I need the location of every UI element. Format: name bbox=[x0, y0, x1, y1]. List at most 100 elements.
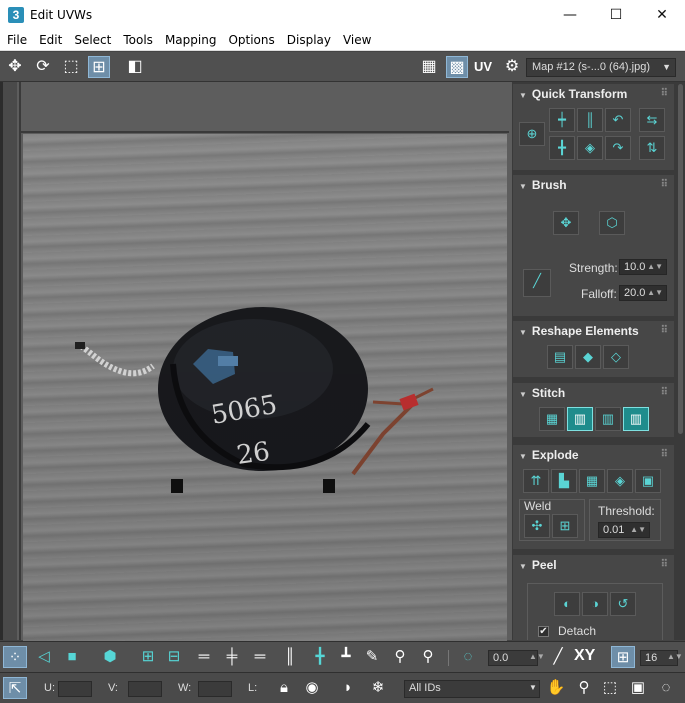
menu-mapping[interactable]: Mapping bbox=[158, 30, 222, 47]
paint-move-icon[interactable]: ✥ bbox=[553, 211, 579, 235]
relax-icon[interactable]: ◆ bbox=[575, 345, 601, 369]
rollout-title: Reshape Elements bbox=[531, 324, 639, 338]
face-mode-icon[interactable]: ■ bbox=[60, 646, 84, 668]
ring-shrink-icon[interactable]: ┻ bbox=[334, 646, 358, 668]
scale-icon[interactable]: ⬚ bbox=[60, 56, 82, 78]
break-icon[interactable]: ⇈ bbox=[523, 469, 549, 493]
zoom-selected-icon[interactable]: ◌ bbox=[654, 677, 678, 699]
rollout-header[interactable]: ▼ Peel ⠿ bbox=[513, 555, 674, 575]
detach-edge-icon[interactable]: ▙ bbox=[551, 469, 577, 493]
pan-icon[interactable]: ✋ bbox=[544, 677, 568, 699]
straighten-icon[interactable]: ◈ bbox=[577, 136, 603, 160]
edge-mode-icon[interactable]: ◁ bbox=[32, 646, 56, 668]
material-id-select[interactable]: All IDs ▼ bbox=[404, 680, 540, 698]
absolute-offset-icon[interactable]: ⇱ bbox=[3, 677, 27, 699]
align-vertical-icon[interactable]: ╋ bbox=[549, 136, 575, 160]
peel-mode-icon[interactable]: ◑ bbox=[582, 592, 608, 616]
vertex-mode-icon[interactable]: ⁘ bbox=[3, 646, 27, 668]
zoom-region-icon[interactable]: ⬚ bbox=[598, 677, 622, 699]
paint-grow-icon[interactable]: ⚲ bbox=[388, 646, 412, 668]
xy-label[interactable]: XY bbox=[574, 647, 595, 665]
break-by-smoothing-icon[interactable]: ◈ bbox=[607, 469, 633, 493]
threshold-spinner[interactable]: 0.01 ▲▼ bbox=[598, 522, 650, 538]
detach-checkbox[interactable]: ✔ bbox=[538, 626, 549, 637]
rotate-cw-icon[interactable]: ↷ bbox=[605, 136, 631, 160]
zoom-extents-icon[interactable]: ▣ bbox=[626, 677, 650, 699]
menu-edit[interactable]: Edit bbox=[32, 30, 67, 47]
menu-display[interactable]: Display bbox=[280, 30, 336, 47]
element-mode-icon[interactable]: ⬢ bbox=[98, 646, 122, 668]
shrink-selection-icon[interactable]: ⊟ bbox=[162, 646, 186, 668]
move-icon[interactable]: ✥ bbox=[4, 56, 26, 78]
menu-options[interactable]: Options bbox=[221, 30, 279, 47]
rotate-ccw-icon[interactable]: ↶ bbox=[605, 108, 631, 132]
loop-icon[interactable]: ═ bbox=[192, 646, 216, 668]
straighten-selection-icon[interactable]: ▤ bbox=[547, 345, 573, 369]
relax-brush-icon[interactable]: ⬡ bbox=[599, 211, 625, 235]
close-button[interactable]: ✕ bbox=[639, 0, 685, 30]
reset-peel-icon[interactable]: ↺ bbox=[610, 592, 636, 616]
minimize-button[interactable]: — bbox=[547, 0, 593, 30]
scrollbar-thumb[interactable] bbox=[678, 84, 683, 434]
loop-shrink-icon[interactable]: ═ bbox=[248, 646, 272, 668]
transform-gizmo-icon[interactable]: ⊕ bbox=[519, 122, 545, 146]
uv-edge-icon[interactable]: ╱ bbox=[546, 646, 570, 668]
lock-icon[interactable]: 🔒︎ bbox=[272, 677, 296, 699]
flip-vertical-icon[interactable]: ⇅ bbox=[639, 136, 665, 160]
map-options-icon[interactable]: ⚙ bbox=[501, 56, 523, 78]
paint-shrink-icon[interactable]: ⚲ bbox=[416, 646, 440, 668]
menu-file[interactable]: File bbox=[0, 30, 32, 47]
break-by-material-icon[interactable]: ▣ bbox=[635, 469, 661, 493]
stitch-to-source-icon[interactable]: ▥ bbox=[623, 407, 649, 431]
u-field[interactable] bbox=[58, 681, 92, 697]
stitch-average-icon[interactable]: ▥ bbox=[595, 407, 621, 431]
rotate-icon[interactable]: ⟳ bbox=[32, 56, 54, 78]
show-map-icon[interactable]: ▩ bbox=[446, 56, 468, 78]
weld-selected-icon[interactable]: ✣ bbox=[524, 514, 550, 538]
soft-selection-icon[interactable]: ◌ bbox=[456, 646, 480, 668]
rollout-header[interactable]: ▼ Reshape Elements ⠿ bbox=[513, 321, 674, 341]
hide-icon[interactable]: ◉ bbox=[300, 677, 324, 699]
freeform-icon[interactable]: ⊞ bbox=[88, 56, 110, 78]
menu-select[interactable]: Select bbox=[67, 30, 116, 47]
pixel-snap-spinner[interactable]: 16 ▲▼ bbox=[640, 650, 683, 666]
show-icon[interactable]: ◗ bbox=[336, 677, 360, 699]
maximize-button[interactable]: ☐ bbox=[593, 0, 639, 30]
menu-bar: File Edit Select Tools Mapping Options Display… bbox=[0, 30, 685, 51]
align-horizontal-icon[interactable]: ┿ bbox=[549, 108, 575, 132]
mirror-icon[interactable]: ◧ bbox=[124, 56, 146, 78]
brush-falloff-curve-icon[interactable]: ╱ bbox=[523, 269, 551, 297]
checker-icon[interactable]: ▦ bbox=[418, 56, 440, 78]
flatten-icon[interactable]: ▦ bbox=[579, 469, 605, 493]
zoom-icon[interactable]: ⚲ bbox=[572, 677, 596, 699]
menu-tools[interactable]: Tools bbox=[116, 30, 158, 47]
paint-select-icon[interactable]: ✎ bbox=[360, 646, 384, 668]
pixel-snap-icon[interactable]: ⊞ bbox=[611, 646, 635, 668]
panel-scrollbar[interactable] bbox=[676, 82, 685, 640]
weld-target-icon[interactable]: ⊞ bbox=[552, 514, 578, 538]
uv-label[interactable]: UV bbox=[474, 59, 492, 74]
rotation-spinner[interactable]: 0.0 ▲▼ bbox=[488, 650, 545, 666]
v-field[interactable] bbox=[128, 681, 162, 697]
strength-spinner[interactable]: 10.0 ▲▼ bbox=[619, 259, 667, 275]
stitch-to-target-icon[interactable]: ▥ bbox=[567, 407, 593, 431]
rollout-header[interactable]: ▼ Brush ⠿ bbox=[513, 175, 674, 195]
rollout-header[interactable]: ▼ Explode ⠿ bbox=[513, 445, 674, 465]
flip-horizontal-icon[interactable]: ⇆ bbox=[639, 108, 665, 132]
space-vertical-icon[interactable]: ║ bbox=[577, 108, 603, 132]
uv-viewport[interactable]: 5065 26 bbox=[0, 82, 513, 700]
ring-icon[interactable]: ║ bbox=[278, 646, 302, 668]
loop-grow-icon[interactable]: ╪ bbox=[220, 646, 244, 668]
stitch-custom-icon[interactable]: ▦ bbox=[539, 407, 565, 431]
rollout-header[interactable]: ▼ Quick Transform ⠿ bbox=[513, 84, 674, 104]
w-field[interactable] bbox=[198, 681, 232, 697]
falloff-spinner[interactable]: 20.0 ▲▼ bbox=[619, 285, 667, 301]
quick-peel-icon[interactable]: ◐ bbox=[554, 592, 580, 616]
relax-options-icon[interactable]: ◇ bbox=[603, 345, 629, 369]
freeze-icon[interactable]: ❄ bbox=[366, 677, 390, 699]
ring-grow-icon[interactable]: ╋ bbox=[308, 646, 332, 668]
menu-view[interactable]: View bbox=[336, 30, 376, 47]
map-select[interactable]: Map #12 (s-...0 (64).jpg) ▼ bbox=[526, 58, 676, 77]
grow-selection-icon[interactable]: ⊞ bbox=[136, 646, 160, 668]
rollout-header[interactable]: ▼ Stitch ⠿ bbox=[513, 383, 674, 403]
